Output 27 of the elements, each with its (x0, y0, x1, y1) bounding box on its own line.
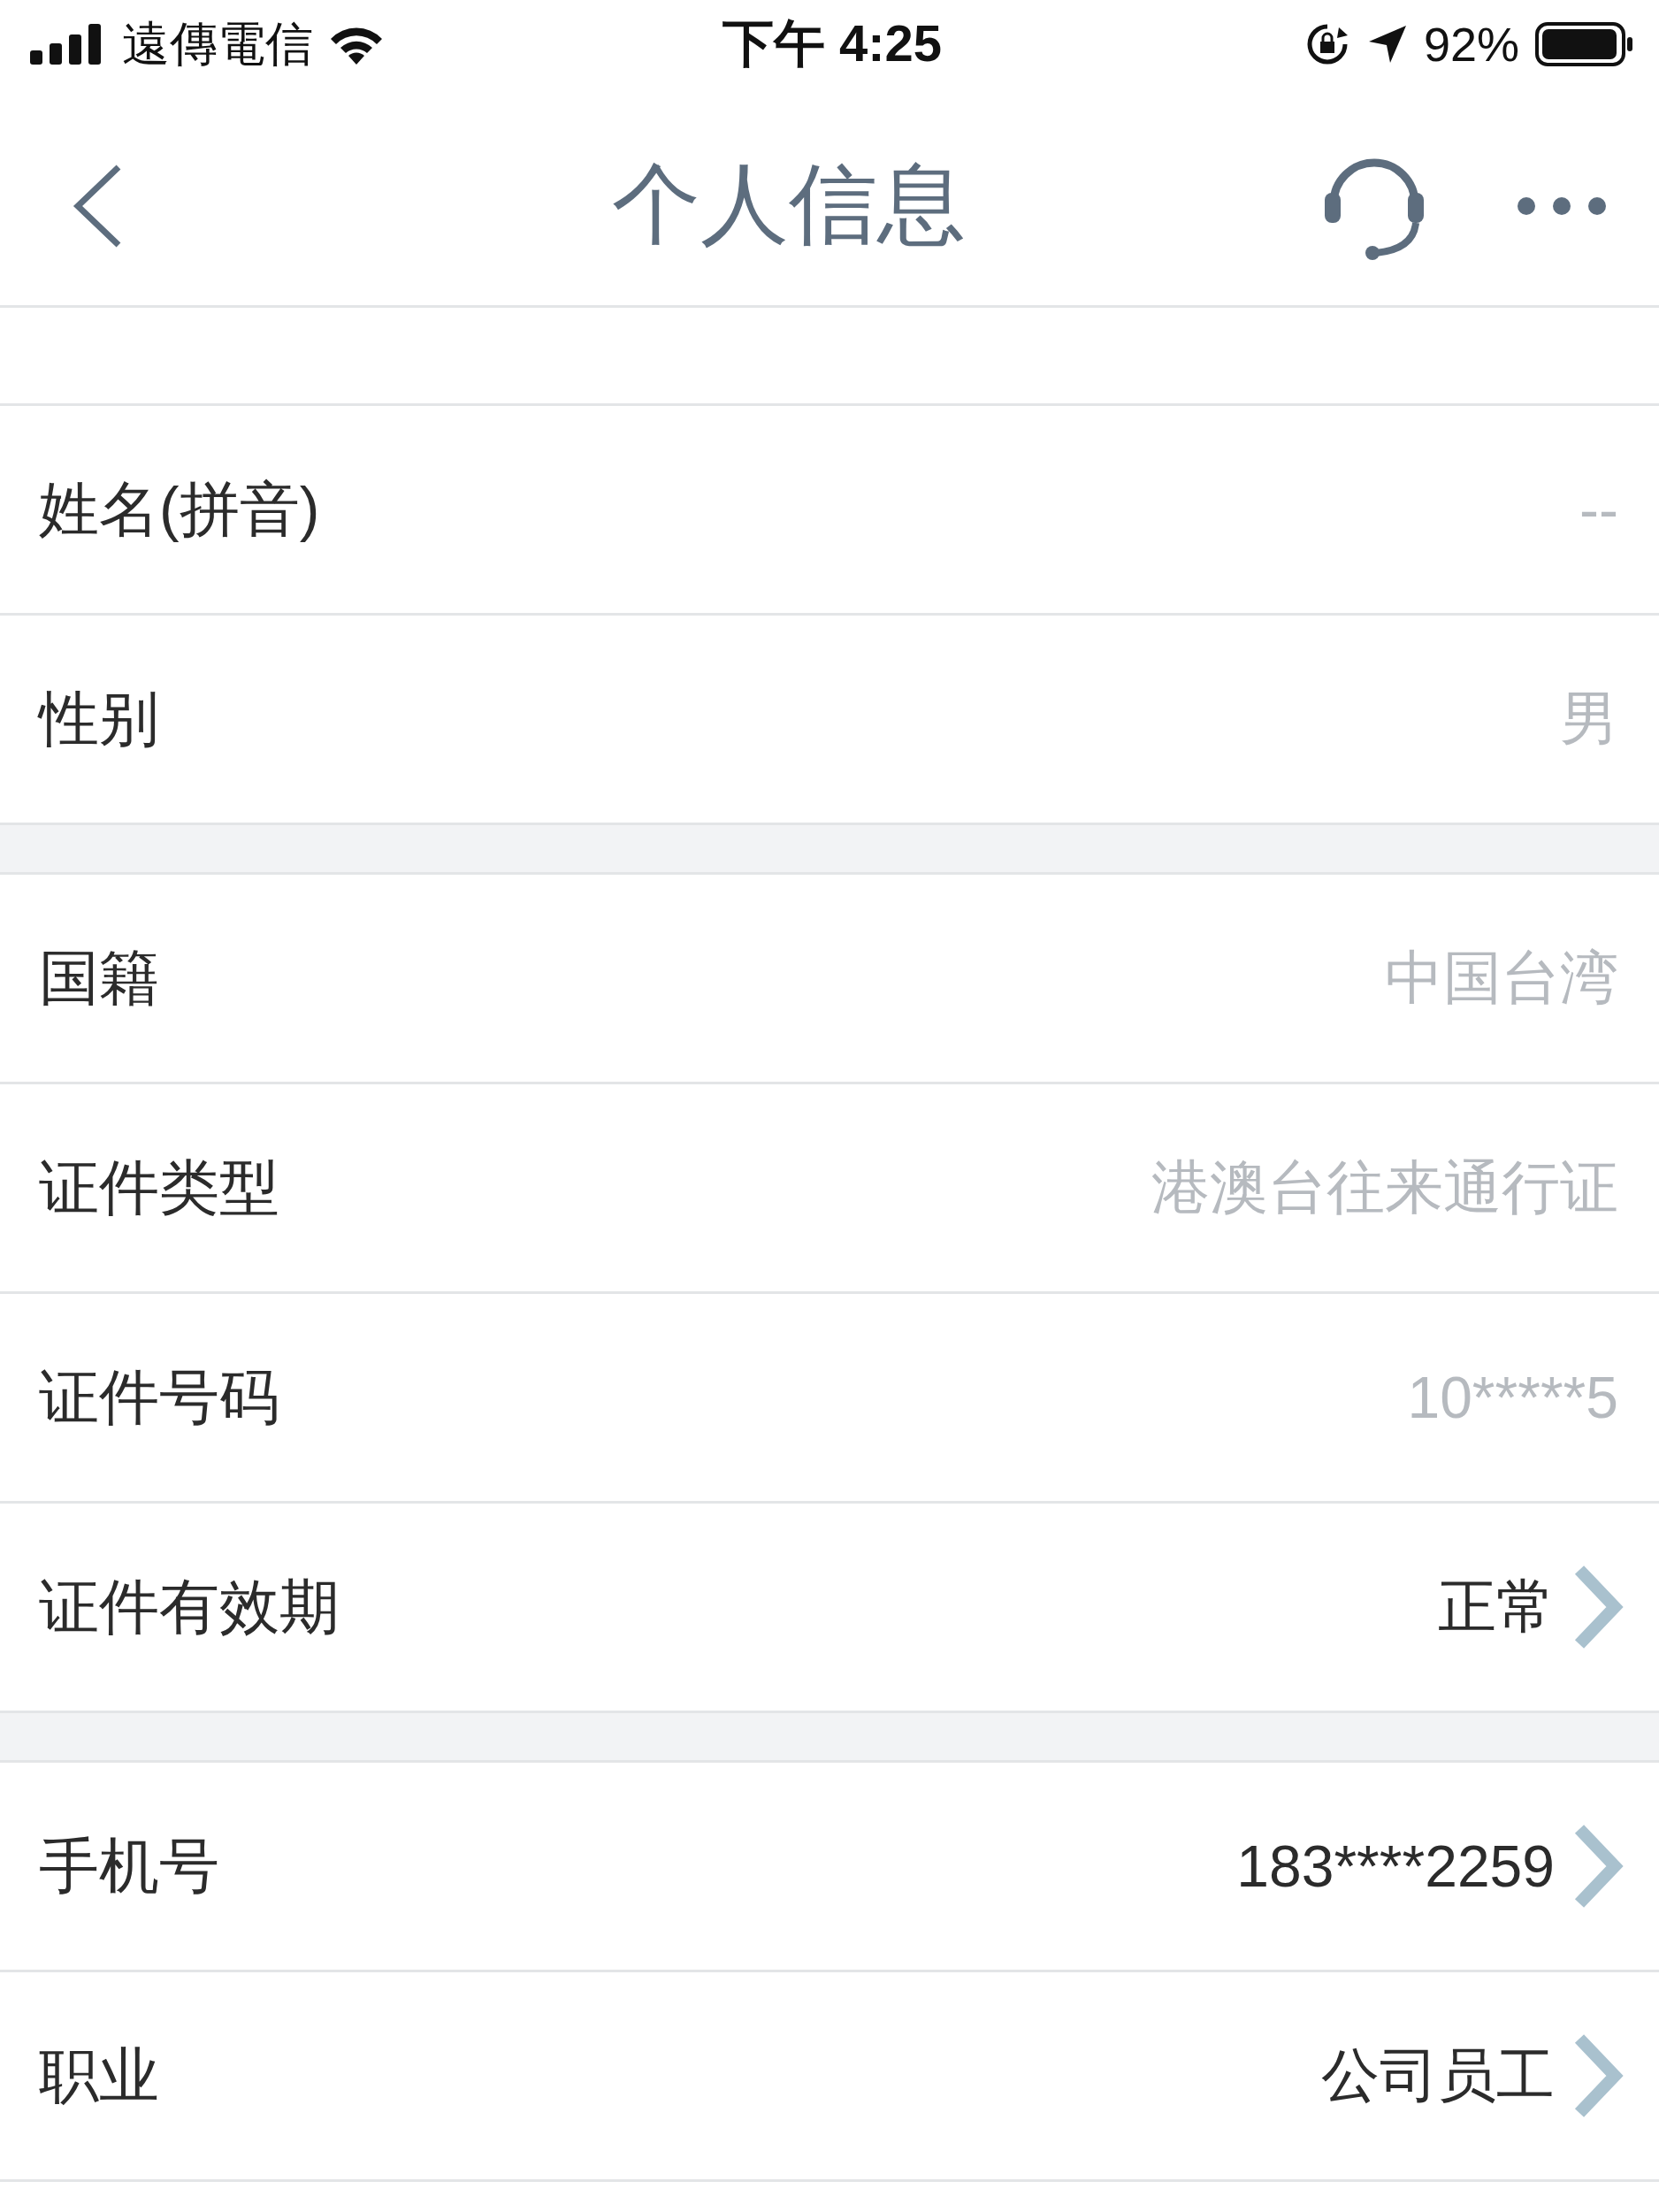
field-label: 国籍 (39, 942, 160, 1013)
field-label: 姓名(拼音) (39, 473, 321, 544)
list-row[interactable]: 手机号 183****2259 (0, 1763, 1659, 1972)
field-label: 证件有效期 (39, 1571, 340, 1642)
field-label: 证件类型 (39, 1152, 280, 1222)
field-value: 183****2259 (1236, 1833, 1555, 1900)
field-value: 港澳台往来通行证 (1151, 1153, 1618, 1221)
field-label: 证件号码 (39, 1361, 280, 1432)
field-value: 公司员工 (1321, 2041, 1555, 2109)
more-icon[interactable] (1516, 195, 1608, 217)
field-value: 中国台湾 (1385, 944, 1618, 1012)
list-row[interactable]: 职业 公司员工 (0, 1972, 1659, 2182)
field-label: 职业 (39, 2040, 160, 2110)
field-value: -- (1579, 476, 1618, 543)
chevron-icon (1574, 1565, 1625, 1649)
chevron-icon (1574, 2033, 1625, 2118)
battery-percent: 92% (1423, 17, 1519, 72)
field-value: 正常 (1438, 1573, 1555, 1641)
field-value: 10*****5 (1407, 1364, 1618, 1431)
clock-time: 下午 4:25 (722, 13, 943, 73)
field-value: 男 (1560, 685, 1618, 753)
carrier-name: 遠傳電信 (122, 15, 313, 72)
page-title: 个人信息 (611, 153, 967, 255)
field-label: 性别 (39, 683, 160, 754)
chevron-icon (1574, 1824, 1625, 1909)
battery-icon (1535, 22, 1634, 66)
field-label: 手机号 (39, 1830, 220, 1901)
